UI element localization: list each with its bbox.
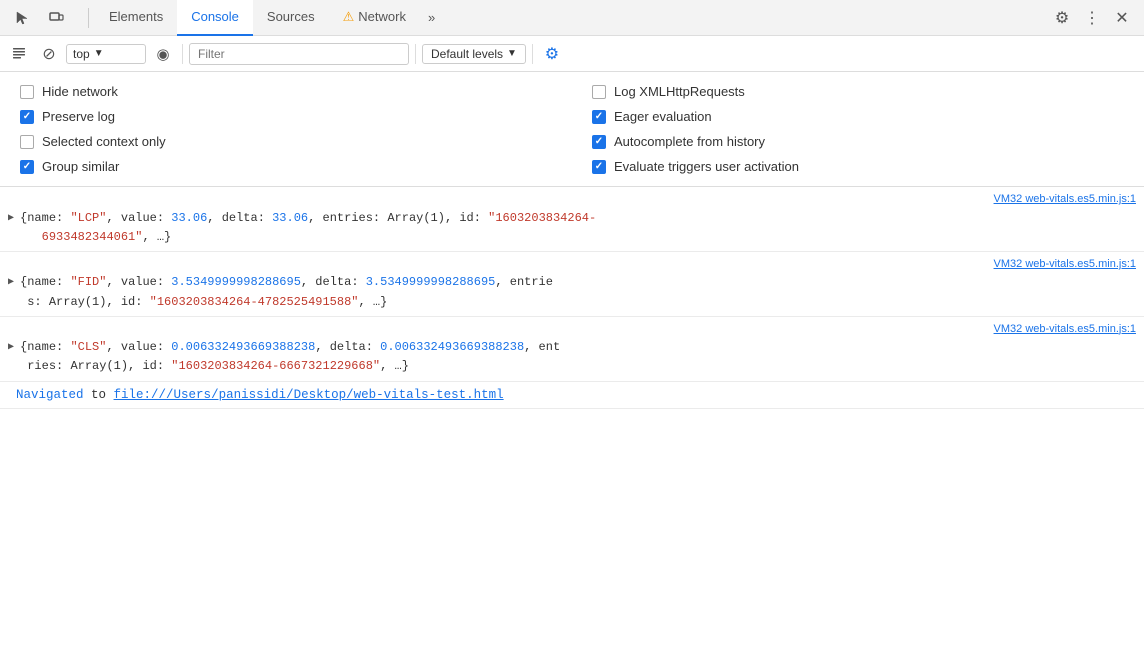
- device-toggle-btn[interactable]: [42, 4, 70, 32]
- tab-divider-1: [88, 8, 89, 28]
- expand-arrow-fid[interactable]: ▶: [8, 275, 14, 290]
- default-levels-dropdown[interactable]: Default levels ▼: [422, 44, 526, 64]
- settings-left-col: Hide network Preserve log Selected conte…: [20, 84, 552, 174]
- settings-btn[interactable]: ⚙: [1048, 4, 1076, 32]
- checkbox-autocomplete[interactable]: [592, 135, 606, 149]
- log-content-fid: ▶ {name: "FID", value: 3.534999999828869…: [8, 273, 1136, 311]
- levels-arrow-icon: ▼: [507, 48, 517, 59]
- filter-input[interactable]: [189, 43, 409, 65]
- cursor-icon-btn[interactable]: [8, 4, 36, 32]
- tab-console[interactable]: Console: [177, 0, 253, 36]
- tab-sources[interactable]: Sources: [253, 0, 329, 36]
- log-entry-cls: VM32 web-vitals.es5.min.js:1 ▶ {name: "C…: [0, 317, 1144, 382]
- checkbox-log-xhr[interactable]: [592, 85, 606, 99]
- log-text-cls: {name: "CLS", value: 0.00633249366938823…: [20, 338, 1136, 376]
- toolbar-sep-3: [532, 44, 533, 64]
- setting-selected-context[interactable]: Selected context only: [20, 134, 552, 149]
- log-content-cls: ▶ {name: "CLS", value: 0.006332493669388…: [8, 338, 1136, 376]
- log-text-fid: {name: "FID", value: 3.5349999998288695,…: [20, 273, 1136, 311]
- tab-more-btn[interactable]: »: [420, 0, 443, 36]
- checkbox-eager-eval[interactable]: [592, 110, 606, 124]
- devtools-body: ⊘ top ▼ ◉ Default levels ▼ ⚙ Hide: [0, 36, 1144, 650]
- setting-autocomplete[interactable]: Autocomplete from history: [592, 134, 1124, 149]
- checkbox-selected-context[interactable]: [20, 135, 34, 149]
- setting-preserve-log[interactable]: Preserve log: [20, 109, 552, 124]
- network-warning-icon: ⚠: [343, 9, 355, 25]
- checkbox-group-similar[interactable]: [20, 160, 34, 174]
- log-entry-fid: VM32 web-vitals.es5.min.js:1 ▶ {name: "F…: [0, 252, 1144, 317]
- tab-icons: [8, 4, 70, 32]
- toolbar-right: ⚙ ⋮ ✕: [1048, 4, 1136, 32]
- tab-network[interactable]: ⚠ Network: [329, 0, 420, 36]
- devtools-window: Elements Console Sources ⚠ Network » ⚙ ⋮…: [0, 0, 1144, 650]
- setting-eager-eval[interactable]: Eager evaluation: [592, 109, 1124, 124]
- tab-bar: Elements Console Sources ⚠ Network » ⚙ ⋮…: [0, 0, 1144, 36]
- log-source-fid[interactable]: VM32 web-vitals.es5.min.js:1: [8, 256, 1136, 273]
- expand-arrow-cls[interactable]: ▶: [8, 340, 14, 355]
- more-btn[interactable]: ⋮: [1078, 4, 1106, 32]
- nav-entry: Navigated to file:///Users/panissidi/Des…: [0, 382, 1144, 409]
- setting-group-similar[interactable]: Group similar: [20, 159, 552, 174]
- log-content-lcp: ▶ {name: "LCP", value: 33.06, delta: 33.…: [8, 209, 1136, 247]
- dropdown-arrow-icon: ▼: [94, 48, 104, 59]
- log-source-cls[interactable]: VM32 web-vitals.es5.min.js:1: [8, 321, 1136, 338]
- expand-arrow-lcp[interactable]: ▶: [8, 211, 14, 226]
- clear-console-btn[interactable]: [6, 41, 32, 67]
- console-toolbar: ⊘ top ▼ ◉ Default levels ▼ ⚙: [0, 36, 1144, 72]
- setting-hide-network[interactable]: Hide network: [20, 84, 552, 99]
- context-selector[interactable]: top ▼: [66, 44, 146, 64]
- settings-right-col: Log XMLHttpRequests Eager evaluation Aut…: [592, 84, 1124, 174]
- checkbox-hide-network[interactable]: [20, 85, 34, 99]
- log-text-lcp: {name: "LCP", value: 33.06, delta: 33.06…: [20, 209, 1136, 247]
- close-btn[interactable]: ✕: [1108, 4, 1136, 32]
- toolbar-sep-2: [415, 44, 416, 64]
- toolbar-sep-1: [182, 44, 183, 64]
- setting-log-xhr[interactable]: Log XMLHttpRequests: [592, 84, 1124, 99]
- nav-url[interactable]: file:///Users/panissidi/Desktop/web-vita…: [114, 388, 504, 402]
- block-btn[interactable]: ⊘: [36, 41, 62, 67]
- checkbox-preserve-log[interactable]: [20, 110, 34, 124]
- settings-panel: Hide network Preserve log Selected conte…: [0, 72, 1144, 187]
- console-settings-gear[interactable]: ⚙: [539, 41, 565, 67]
- nav-navigated-label: Navigated: [16, 388, 84, 402]
- nav-to-label: to: [91, 388, 114, 402]
- log-source-lcp[interactable]: VM32 web-vitals.es5.min.js:1: [8, 191, 1136, 208]
- checkbox-eval-triggers[interactable]: [592, 160, 606, 174]
- eye-btn[interactable]: ◉: [150, 41, 176, 67]
- tab-elements[interactable]: Elements: [95, 0, 177, 36]
- log-entry-lcp: VM32 web-vitals.es5.min.js:1 ▶ {name: "L…: [0, 187, 1144, 252]
- console-output: VM32 web-vitals.es5.min.js:1 ▶ {name: "L…: [0, 187, 1144, 650]
- setting-eval-triggers[interactable]: Evaluate triggers user activation: [592, 159, 1124, 174]
